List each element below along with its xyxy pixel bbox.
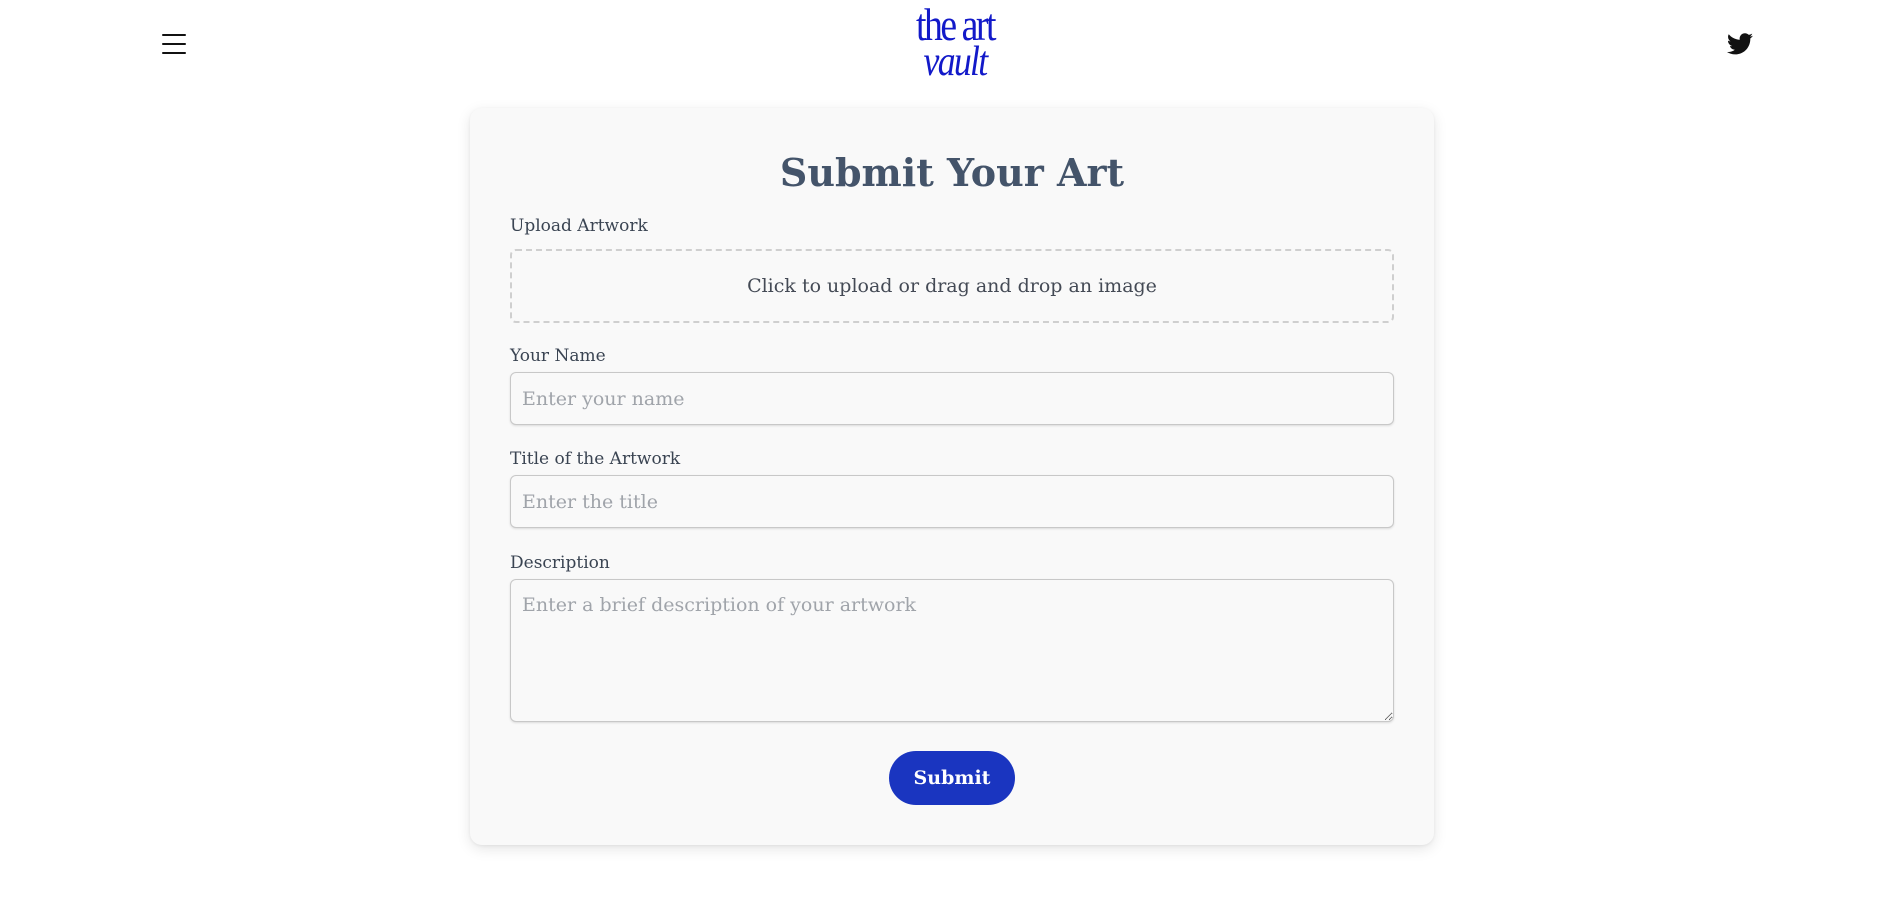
submit-button[interactable]: Submit: [889, 751, 1015, 805]
site-logo[interactable]: the art vault: [890, 2, 1020, 86]
hamburger-menu-icon[interactable]: [162, 34, 186, 54]
upload-prompt: Click to upload or drag and drop an imag…: [747, 275, 1157, 297]
form-title: Submit Your Art: [779, 150, 1125, 195]
artwork-title-label: Title of the Artwork: [510, 449, 681, 469]
name-input[interactable]: [510, 372, 1394, 425]
menu-bar: [162, 52, 186, 54]
menu-bar: [162, 34, 186, 36]
menu-bar: [162, 43, 186, 45]
artwork-title-input[interactable]: [510, 475, 1394, 528]
logo-line-2: vault: [923, 39, 989, 85]
description-textarea[interactable]: [510, 579, 1394, 722]
name-label: Your Name: [510, 346, 606, 366]
twitter-icon[interactable]: [1726, 33, 1753, 55]
site-header: the art vault: [0, 0, 1893, 96]
submit-art-form: Submit Your Art Upload Artwork Click to …: [470, 108, 1434, 845]
description-label: Description: [510, 553, 610, 573]
upload-label: Upload Artwork: [510, 216, 648, 236]
upload-dropzone[interactable]: Click to upload or drag and drop an imag…: [510, 249, 1394, 323]
page: the art vault Submit Your Art Upload Art…: [0, 0, 1893, 910]
